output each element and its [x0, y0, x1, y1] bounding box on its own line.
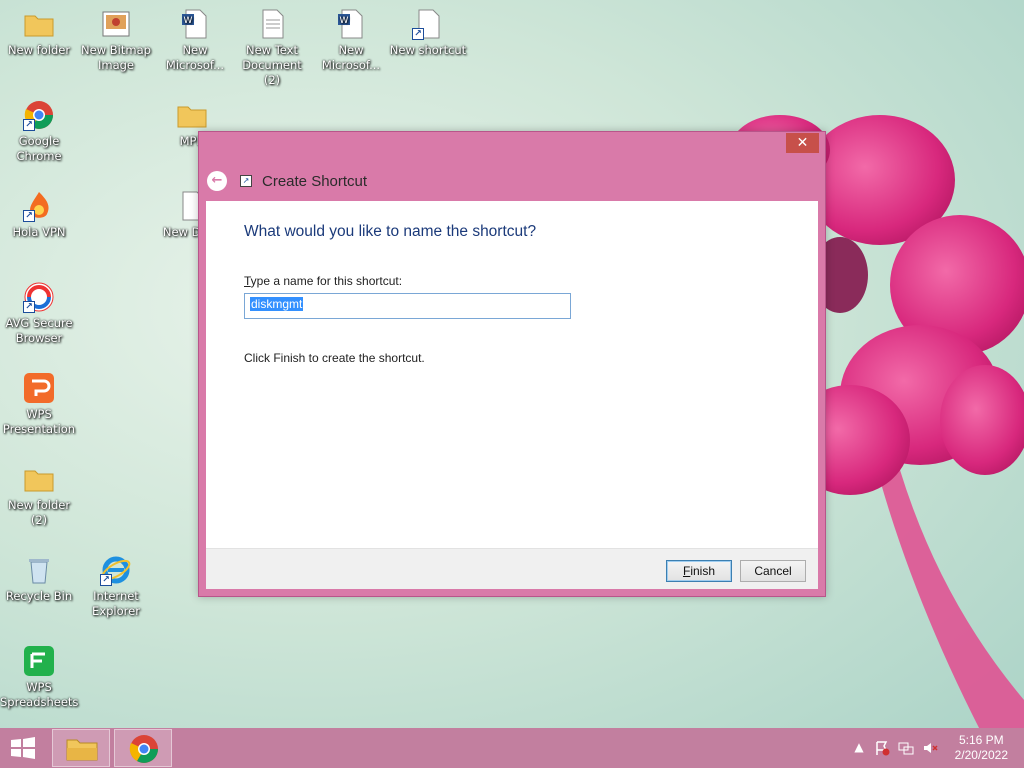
icon-label: Internet Explorer [92, 589, 140, 618]
taskbar-file-explorer[interactable] [52, 729, 110, 767]
recycle-bin-icon [23, 554, 55, 586]
desktop-icon-internet-explorer[interactable]: ↗ Internet Explorer [77, 554, 155, 619]
dialog-header: ← ↗ Create Shortcut [207, 166, 367, 196]
close-button[interactable]: ✕ [786, 133, 819, 153]
text-document-icon [256, 8, 288, 40]
system-clock[interactable]: 5:16 PM 2/20/2022 [955, 733, 1008, 763]
icon-label: New Bitmap Image [81, 43, 151, 72]
desktop-icon-new-bitmap[interactable]: New Bitmap Image [77, 8, 155, 73]
shortcut-name-input[interactable]: diskmgmt [244, 293, 571, 319]
shortcut-arrow-icon: ↗ [100, 574, 112, 586]
desktop-icon-wps-presentation[interactable]: WPS Presentation [0, 372, 78, 437]
icon-label: Recycle Bin [5, 589, 73, 603]
windows-start-button[interactable] [8, 737, 38, 759]
dialog-title: Create Shortcut [262, 172, 368, 190]
finish-hint: Click Finish to create the shortcut. [244, 351, 425, 365]
desktop-icon-hola-vpn[interactable]: ↗ Hola VPN [0, 190, 78, 240]
cancel-button[interactable]: Cancel [740, 560, 806, 582]
shortcut-arrow-icon: ↗ [23, 210, 35, 222]
icon-label: WPS Spreadsheets [0, 680, 79, 709]
folder-icon [176, 99, 208, 131]
file-explorer-icon [66, 739, 98, 761]
desktop-icon-new-word-1[interactable]: W New Microsof... [156, 8, 234, 73]
svg-text:W: W [184, 16, 193, 26]
icon-label: AVG Secure Browser [5, 316, 73, 345]
desktop-icon-recycle-bin[interactable]: Recycle Bin [0, 554, 78, 604]
icon-label: WPS Presentation [2, 407, 76, 436]
desktop-icon-new-word-2[interactable]: W New Microsof... [312, 8, 390, 73]
finish-label: inish [690, 564, 716, 578]
folder-icon [23, 463, 55, 495]
icon-label: New Microsof... [321, 43, 381, 72]
finish-button[interactable]: Finish [666, 560, 732, 582]
input-selected-text: diskmgmt [250, 297, 304, 311]
tray-overflow-chevron-icon[interactable]: ▲ [851, 740, 867, 756]
shortcut-arrow-icon: ↗ [23, 301, 35, 313]
wps-presentation-icon [23, 372, 55, 404]
taskbar: ▲ 5:16 PM 2/20/2022 [0, 728, 1024, 768]
wps-spreadsheets-icon [23, 645, 55, 677]
taskbar-chrome[interactable] [114, 729, 172, 767]
avg-browser-icon: ↗ [23, 281, 55, 313]
icon-label: New folder [7, 43, 71, 57]
desktop-icon-new-folder[interactable]: New folder [0, 8, 78, 58]
word-document-icon: W [335, 8, 367, 40]
shortcut-icon: ↗ [240, 175, 252, 187]
word-document-icon: W [179, 8, 211, 40]
icon-label: New shortcut [389, 43, 467, 57]
internet-explorer-icon: ↗ [100, 554, 132, 586]
dialog-footer: Finish Cancel [206, 548, 818, 589]
desktop-icon-new-shortcut[interactable]: ↗ New shortcut [389, 8, 467, 58]
hola-vpn-icon: ↗ [23, 190, 55, 222]
icon-label: Google Chrome [16, 134, 62, 163]
chrome-icon [129, 735, 158, 763]
icon-label: New Microsof... [165, 43, 225, 72]
clock-date: 2/20/2022 [954, 748, 1008, 762]
label-accelerator: T [244, 274, 251, 288]
volume-muted-icon[interactable] [922, 740, 938, 756]
svg-text:W: W [340, 16, 349, 26]
dialog-question: What would you like to name the shortcut… [244, 223, 537, 240]
folder-icon [23, 8, 55, 40]
create-shortcut-dialog: ✕ ← ↗ Create Shortcut What would you lik… [198, 131, 826, 597]
windows-logo-icon [11, 737, 35, 759]
desktop-icon-new-text-doc[interactable]: New Text Document (2) [233, 8, 311, 88]
desktop-icon-avg-browser[interactable]: ↗ AVG Secure Browser [0, 281, 78, 346]
shortcut-arrow-icon: ↗ [412, 28, 424, 40]
action-center-flag-icon[interactable] [874, 740, 890, 756]
network-icon[interactable] [898, 740, 914, 756]
close-icon: ✕ [796, 135, 809, 151]
name-field-label: Type a name for this shortcut: [244, 274, 402, 288]
dialog-content: What would you like to name the shortcut… [206, 201, 818, 548]
desktop-icon-new-folder-2[interactable]: New folder (2) [0, 463, 78, 528]
shortcut-arrow-icon: ↗ [23, 119, 35, 131]
desktop-icon-wps-spreadsheets[interactable]: WPS Spreadsheets [0, 645, 78, 710]
desktop-icon-google-chrome[interactable]: ↗ Google Chrome [0, 99, 78, 164]
back-arrow-icon[interactable]: ← [207, 171, 227, 191]
shortcut-icon: ↗ [412, 8, 444, 40]
icon-label: New folder (2) [7, 498, 71, 527]
clock-time: 5:16 PM [958, 733, 1004, 747]
chrome-icon: ↗ [23, 99, 55, 131]
icon-label: New Text Document (2) [242, 43, 302, 87]
bitmap-image-icon [100, 8, 132, 40]
label-text: ype a name for this shortcut: [250, 274, 403, 288]
icon-label: Hola VPN [12, 225, 66, 239]
